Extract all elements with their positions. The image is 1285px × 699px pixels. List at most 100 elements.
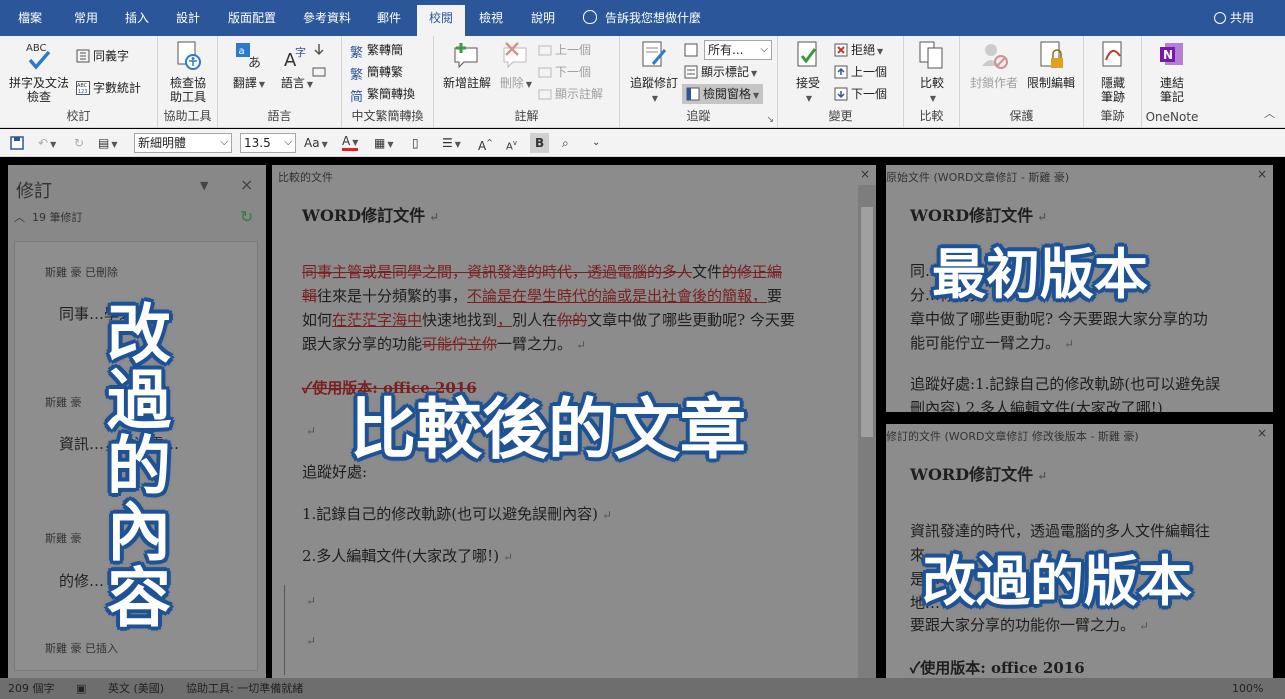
group-label-language: 語言 [267, 109, 292, 123]
bold-button[interactable]: B [530, 133, 550, 153]
show-markup-button[interactable]: 顯示標記 ▼ [684, 62, 757, 82]
close-icon[interactable]: × [1257, 426, 1267, 440]
doc-para-line[interactable]: 1.記錄自己的修改軌跡(也可以避免誤刪內容) ↵ [302, 503, 612, 526]
doc-para-line[interactable]: 能可能佇立一臂之力。 ↵ [910, 332, 1074, 355]
proofing-status-icon[interactable]: ▣ [76, 678, 86, 699]
compare-button[interactable]: 比較 ▼ [910, 40, 954, 106]
page-icon[interactable]: ▯ [412, 133, 419, 153]
tab-9[interactable]: 說明 [519, 0, 567, 36]
group-protect: 封鎖作者 限制編輯 保護 [960, 36, 1084, 128]
reviewing-pane-button[interactable]: 檢閱窗格 ▼ [682, 84, 764, 104]
display-for-review-dropdown[interactable] [684, 40, 701, 60]
language-extra-button-1[interactable] [312, 40, 329, 60]
track-changes-button[interactable]: 追蹤修訂 ▼ [626, 40, 682, 106]
scrollbar-thumb[interactable] [861, 207, 873, 437]
accessibility-status[interactable]: 協助工具: 一切準備就緒 [186, 678, 303, 699]
redo-icon[interactable]: ↻ [74, 133, 84, 153]
share-button[interactable]: 共用 [1214, 0, 1254, 36]
previous-change-button[interactable]: 上一個 [834, 62, 887, 82]
accept-button[interactable]: 接受 ▼ [786, 40, 830, 106]
doc-para-line[interactable]: 同事主管或是同學之間，資訊發達的時代，透過電腦的多人文件的修正編 [302, 261, 782, 283]
group-label-onenote: OneNote [1145, 110, 1199, 124]
save-icon[interactable] [10, 136, 24, 150]
restrict-editing-button[interactable]: 限制編輯 [1022, 40, 1080, 90]
reject-button[interactable]: 拒絕 ▼ [834, 40, 883, 60]
tab-8[interactable]: 檢視 [467, 0, 515, 36]
pane-options-icon[interactable]: ▼ [200, 179, 208, 192]
check-accessibility-button[interactable]: 檢查協助工具 [164, 40, 212, 104]
chinese-convert-button[interactable]: 简繁簡轉換 [350, 84, 415, 105]
refresh-icon[interactable]: ↻ [240, 207, 253, 226]
doc-para-line[interactable]: 2.多人編輯文件(大家改了哪!) ↵ [302, 545, 513, 568]
use-version-line[interactable]: ✓使用版本: office 2016 [910, 657, 1085, 678]
collapse-ribbon-icon[interactable]: ︿ [1264, 105, 1275, 121]
language-extra-button-2[interactable] [312, 62, 329, 82]
block-authors-button[interactable]: 封鎖作者 [966, 40, 1022, 90]
font-color-button[interactable]: A ▼ [342, 133, 359, 151]
tab-3[interactable]: 設計 [164, 0, 212, 36]
undo-icon[interactable]: ↶ ▼ [38, 133, 56, 153]
doc-para-line[interactable]: 資訊發達的時代，透過電腦的多人文件編輯往 [910, 520, 1210, 542]
tab-6[interactable]: 郵件 [365, 0, 413, 36]
shrink-font-icon[interactable]: Av [506, 133, 517, 153]
font-size-select[interactable]: 13.5 ⌵ [240, 133, 296, 153]
doc-para-line[interactable]: 跟大家分享的功能可能佇立你一臂之力。 ↵ [302, 333, 586, 356]
scrollbar[interactable] [858, 185, 876, 678]
group-changes: 接受 ▼ 拒絕 ▼ 上一個 下一個 變更 [778, 36, 904, 128]
language-status[interactable]: 英文 (美國) [108, 678, 164, 699]
doc-title: WORD修訂文件 ↵ [302, 206, 440, 225]
customize-qat-icon[interactable]: ⌄ [592, 133, 600, 153]
tab-1[interactable]: 常用 [62, 0, 110, 36]
close-icon[interactable]: × [860, 167, 870, 181]
doc-para-line[interactable]: 如何在茫茫字海中快速地找到，別人在你的文章中做了哪些更動呢? 今天要 [302, 309, 795, 331]
spelling-grammar-button[interactable]: ABC 拼字及文法檢查 [6, 40, 72, 104]
delete-comment-button[interactable]: 刪除 ▼ [496, 40, 536, 92]
zoom-level[interactable]: 100% [1232, 678, 1263, 699]
doc-title: WORD修訂文件 ↵ [910, 465, 1048, 484]
doc-para-line[interactable]: 要跟大家分享的功能你一臂之力。 ↵ [910, 614, 1149, 637]
trad-to-simp-button[interactable]: 繁繁轉簡 [350, 40, 403, 61]
next-change-icon [834, 87, 848, 101]
new-comment-button[interactable]: 新增註解 [438, 40, 496, 90]
table-icon[interactable]: ▦ ▼ [374, 133, 394, 153]
tab-0[interactable]: 檔案 [6, 0, 54, 36]
all-markup-select[interactable]: 所有... ⌵ [704, 40, 772, 60]
delete-comment-label: 刪除 [499, 76, 524, 90]
prev-comment-button[interactable]: 上一個 [538, 40, 591, 60]
doc-para-line[interactable]: 輯往來是十分頻繁的事，不論是在學生時代的論或是出社會後的簡報，要 [302, 285, 782, 307]
next-comment-button[interactable]: 下一個 [538, 62, 591, 82]
tab-2[interactable]: 插入 [113, 0, 161, 36]
caption-revised-version: 改過的版本 [922, 550, 1192, 613]
dialog-launcher-icon[interactable]: ↘ [766, 115, 774, 125]
translate-button[interactable]: a あ 翻譯 ▼ [224, 40, 274, 92]
word-count-button[interactable]: ABC 123 字數統計 [76, 78, 141, 98]
doc-para-line[interactable]: 章中做了哪些更動呢? 今天要跟大家分享的功 [910, 308, 1208, 330]
simp-to-trad-button[interactable]: 繁簡轉繁 [350, 62, 403, 83]
print-preview-icon[interactable]: ⌕ [562, 133, 569, 153]
grow-font-icon[interactable]: A^ [478, 133, 493, 153]
font-name-select[interactable]: 新細明體 ⌵ [134, 133, 232, 153]
deleted-text: 同事主管或是同學之間，資訊發達的時代，透過電腦的多人 [302, 263, 693, 281]
caption-changed-content: 改過的內容 [96, 300, 170, 630]
word-count-status[interactable]: 209 個字 [8, 678, 55, 699]
tell-me-search[interactable]: 告訴我您想做什麼 [583, 0, 701, 36]
original-doc-header: 原始文件 (WORD文章修訂 - 斯雞 豪) [886, 171, 1070, 184]
doc-para-line[interactable]: 追蹤好處:1.記錄自己的修改軌跡(也可以避免誤 [910, 373, 1220, 395]
hide-ink-button[interactable]: 隱藏筆跡 [1088, 40, 1138, 104]
bullets-icon[interactable]: ☰ ▼ [442, 133, 461, 153]
close-icon[interactable]: × [1257, 167, 1267, 181]
doc-para-line[interactable]: 刪內容) 2.多人編輯文件(大家改了哪!) [910, 397, 1163, 412]
close-icon[interactable]: × [240, 175, 253, 194]
linked-notes-button[interactable]: N 連結筆記 [1146, 40, 1198, 104]
tab-4[interactable]: 版面配置 [215, 0, 289, 36]
change-case-button[interactable]: Aa ▼ [304, 133, 328, 153]
tab-5[interactable]: 參考資料 [290, 0, 364, 36]
style-icon[interactable]: ▤ ▼ [98, 133, 118, 153]
svg-text:N: N [1163, 48, 1173, 62]
next-change-button[interactable]: 下一個 [834, 84, 887, 104]
thesaurus-button[interactable]: 同義字 [76, 46, 129, 66]
tab-7[interactable]: 校閱 [417, 5, 465, 36]
original-document-pane: 原始文件 (WORD文章修訂 - 斯雞 豪) × WORD修訂文件 ↵ 同…來是十… [886, 165, 1273, 412]
revisions-pane-title: 修訂 [16, 181, 52, 202]
show-comments-button[interactable]: 顯示註解 [538, 84, 603, 104]
